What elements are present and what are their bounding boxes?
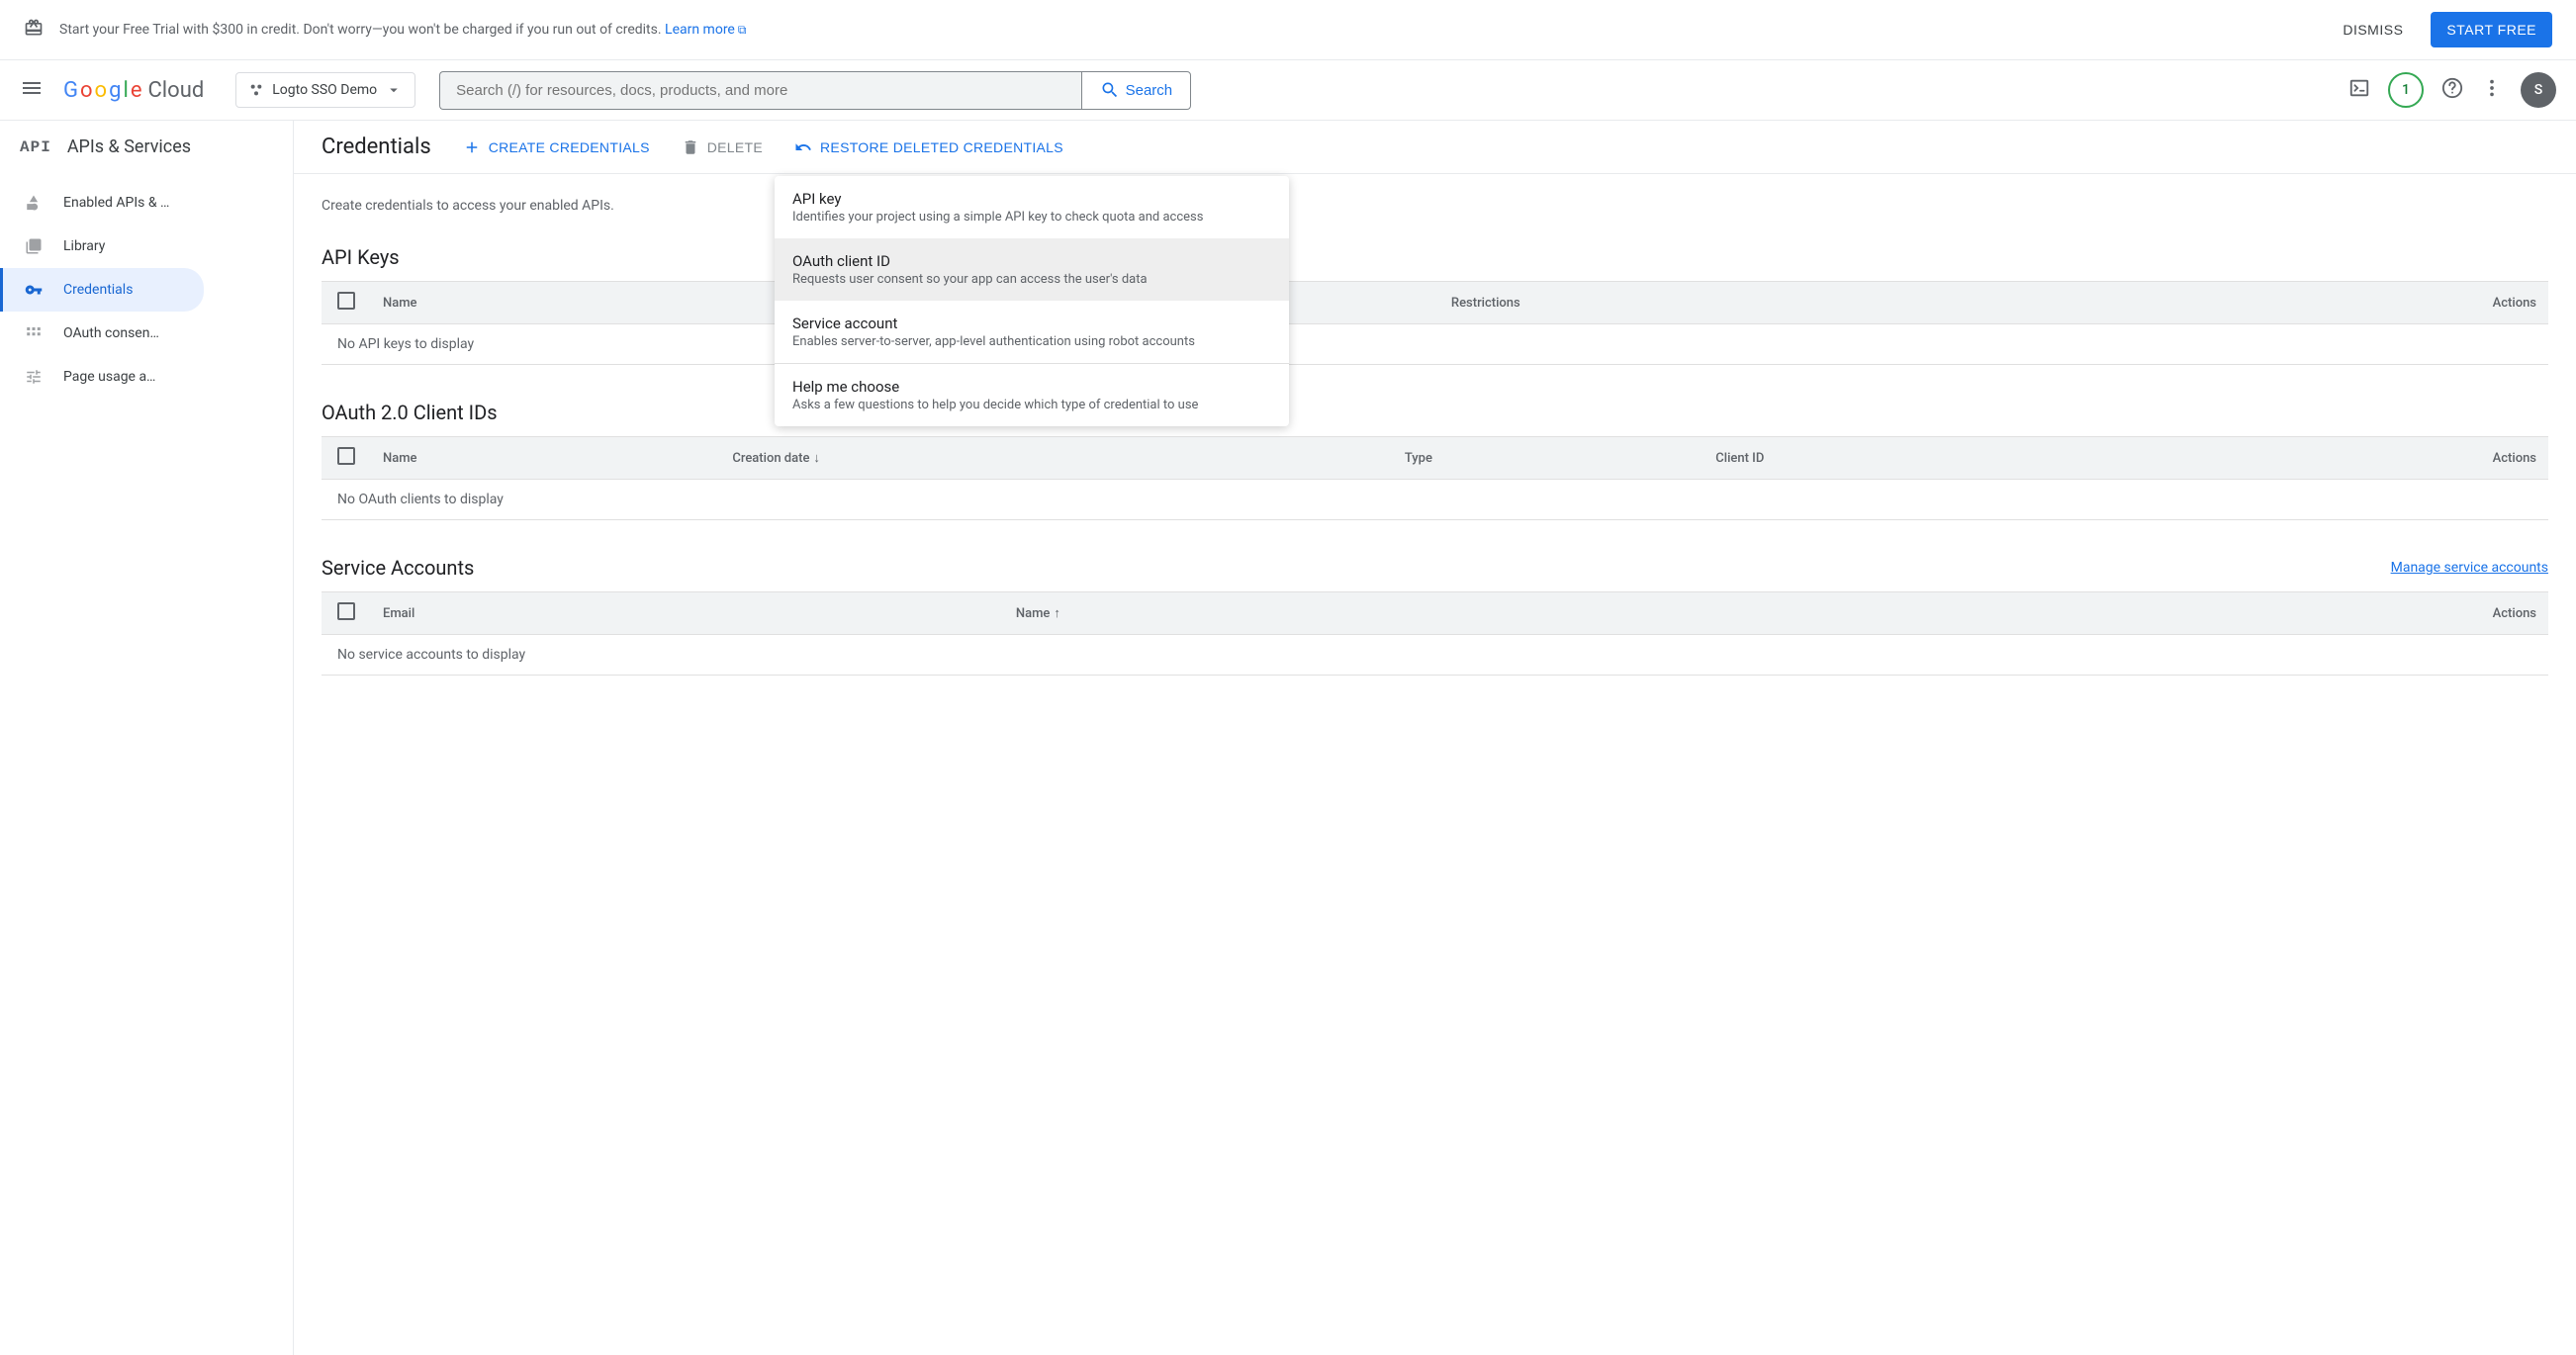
help-icon[interactable]: [2441, 77, 2463, 103]
chevron-down-icon: [385, 81, 403, 99]
column-creation-date[interactable]: Creation date↓: [720, 437, 1392, 480]
restore-credentials-button[interactable]: RESTORE DELETED CREDENTIALS: [794, 138, 1063, 156]
more-menu-icon[interactable]: [2481, 77, 2503, 103]
sidebar-item-label: Library: [63, 238, 105, 254]
sort-up-icon: ↑: [1054, 606, 1060, 621]
sidebar-item-oauth-consent[interactable]: OAuth consen…: [0, 312, 293, 355]
plus-icon: [463, 138, 481, 156]
dropdown-item-title: Service account: [792, 315, 1271, 332]
select-all-checkbox[interactable]: [337, 447, 355, 465]
dropdown-item-desc: Requests user consent so your app can ac…: [792, 272, 1271, 287]
column-type[interactable]: Type: [1393, 437, 1703, 480]
sidebar: API APIs & Services Enabled APIs & … Lib…: [0, 121, 294, 1355]
header-right: 1 S: [2348, 72, 2564, 108]
dropdown-item-service-account[interactable]: Service account Enables server-to-server…: [775, 301, 1289, 363]
google-cloud-logo[interactable]: GoogleCloud: [63, 78, 204, 103]
manage-service-accounts-link[interactable]: Manage service accounts: [2391, 560, 2548, 576]
sidebar-item-label: Enabled APIs & …: [63, 195, 169, 211]
sidebar-item-page-usage[interactable]: Page usage a…: [0, 355, 293, 399]
dropdown-item-title: OAuth client ID: [792, 252, 1271, 270]
main-header: GoogleCloud Logto SSO Demo Search 1 S: [0, 60, 2576, 121]
api-icon: API: [20, 138, 51, 156]
content-header: Credentials CREATE CREDENTIALS DELETE RE…: [294, 121, 2576, 174]
oauth-clients-table: Name Creation date↓ Type Client ID Actio…: [322, 436, 2548, 520]
select-all-checkbox[interactable]: [337, 602, 355, 620]
sidebar-item-label: Credentials: [63, 282, 133, 298]
trial-text: Start your Free Trial with $300 in credi…: [59, 22, 2315, 38]
dropdown-item-title: Help me choose: [792, 378, 1271, 396]
column-email[interactable]: Email: [371, 592, 1004, 635]
dropdown-item-oauth-client[interactable]: OAuth client ID Requests user consent so…: [775, 238, 1289, 301]
create-credentials-button[interactable]: CREATE CREDENTIALS: [463, 138, 650, 156]
dropdown-item-help-choose[interactable]: Help me choose Asks a few questions to h…: [775, 364, 1289, 426]
column-restrictions[interactable]: Restrictions: [1439, 282, 2081, 324]
grid-icon: [24, 193, 44, 213]
cloud-shell-icon[interactable]: [2348, 77, 2370, 103]
sort-down-icon: ↓: [813, 451, 820, 466]
project-selector[interactable]: Logto SSO Demo: [235, 72, 415, 108]
sidebar-item-library[interactable]: Library: [0, 225, 293, 268]
oauth-clients-title: OAuth 2.0 Client IDs: [322, 401, 2548, 424]
sidebar-item-label: OAuth consen…: [63, 325, 159, 341]
api-keys-title: API Keys: [322, 245, 2548, 269]
content-body: Create credentials to access your enable…: [294, 174, 2576, 735]
section-title: APIs & Services: [67, 136, 191, 157]
library-icon: [24, 236, 44, 256]
dropdown-item-api-key[interactable]: API key Identifies your project using a …: [775, 176, 1289, 238]
column-client-id[interactable]: Client ID: [1703, 437, 2140, 480]
description-text: Create credentials to access your enable…: [322, 198, 2548, 214]
column-actions: Actions: [1780, 592, 2548, 635]
column-actions: Actions: [2140, 437, 2548, 480]
settings-icon: [24, 367, 44, 387]
project-icon: [248, 82, 264, 98]
dropdown-item-desc: Enables server-to-server, app-level auth…: [792, 334, 1271, 349]
select-all-checkbox[interactable]: [337, 292, 355, 310]
column-name[interactable]: Name: [371, 437, 720, 480]
empty-row: No API keys to display: [322, 324, 2548, 365]
start-free-button[interactable]: START FREE: [2431, 12, 2552, 47]
column-name[interactable]: Name↑: [1004, 592, 1780, 635]
project-name: Logto SSO Demo: [272, 82, 377, 98]
dropdown-item-desc: Identifies your project using a simple A…: [792, 210, 1271, 225]
service-accounts-table: Email Name↑ Actions No service accounts …: [322, 591, 2548, 676]
column-actions: Actions: [2080, 282, 2548, 324]
delete-button[interactable]: DELETE: [682, 138, 763, 156]
trash-icon: [682, 138, 699, 156]
dropdown-item-title: API key: [792, 190, 1271, 208]
consent-icon: [24, 323, 44, 343]
empty-row: No OAuth clients to display: [322, 480, 2548, 520]
dropdown-item-desc: Asks a few questions to help you decide …: [792, 398, 1271, 412]
dismiss-button[interactable]: DISMISS: [2331, 14, 2415, 45]
sidebar-item-credentials[interactable]: Credentials: [0, 268, 204, 312]
trial-counter[interactable]: 1: [2388, 72, 2424, 108]
api-keys-table: Name Restrictions Actions No API keys to…: [322, 281, 2548, 365]
gift-icon: [24, 18, 44, 43]
trial-banner: Start your Free Trial with $300 in credi…: [0, 0, 2576, 60]
search-icon: [1100, 80, 1120, 100]
search-button[interactable]: Search: [1081, 71, 1192, 110]
key-icon: [24, 280, 44, 300]
empty-row: No service accounts to display: [322, 635, 2548, 676]
hamburger-menu-icon[interactable]: [12, 68, 51, 112]
page-title: Credentials: [322, 135, 431, 159]
sidebar-item-label: Page usage a…: [63, 369, 155, 385]
content: Credentials CREATE CREDENTIALS DELETE RE…: [294, 121, 2576, 1355]
avatar[interactable]: S: [2521, 72, 2556, 108]
column-name[interactable]: Name: [371, 282, 772, 324]
create-credentials-dropdown: API key Identifies your project using a …: [775, 176, 1289, 426]
search-container: Search: [439, 71, 1191, 110]
sidebar-header: API APIs & Services: [0, 121, 293, 173]
search-input[interactable]: [439, 71, 1080, 110]
service-accounts-title: Service Accounts: [322, 556, 474, 580]
sidebar-item-enabled-apis[interactable]: Enabled APIs & …: [0, 181, 293, 225]
undo-icon: [794, 138, 812, 156]
learn-more-link[interactable]: Learn more: [665, 22, 746, 38]
